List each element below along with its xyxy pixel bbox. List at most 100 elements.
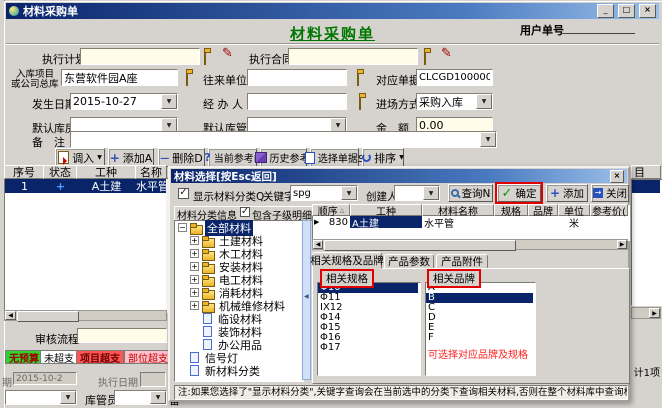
dialog-add-button[interactable]: 添加: [546, 184, 588, 202]
handler-input[interactable]: [247, 93, 347, 110]
expand-icon[interactable]: [190, 249, 199, 258]
chevron-down-icon[interactable]: [60, 391, 76, 404]
scroll-thumb[interactable]: [324, 240, 516, 251]
tab-product-params[interactable]: 产品参数: [384, 254, 434, 269]
expand-icon[interactable]: [190, 236, 199, 245]
bottom-left-combo[interactable]: [5, 390, 77, 405]
brand-item-selected[interactable]: B: [426, 293, 533, 303]
col-status[interactable]: 状态: [43, 165, 77, 179]
scroll-right-icon[interactable]: ▶: [649, 308, 660, 318]
brand-item[interactable]: F: [426, 333, 533, 343]
scroll-thumb[interactable]: [17, 311, 79, 322]
query-button[interactable]: 查询N: [448, 184, 493, 202]
expand-icon[interactable]: [190, 262, 199, 271]
minimize-button[interactable]: [597, 4, 614, 18]
history-ref-button[interactable]: 历史参考I: [260, 148, 307, 167]
collapse-left-icon[interactable]: ◀: [304, 293, 309, 300]
select-doc-button[interactable]: 选择单据S: [310, 148, 359, 167]
show-category-checkbox[interactable]: [178, 188, 189, 199]
right-selected-row: [632, 180, 660, 193]
grid-row-order: ▶ 830: [313, 216, 350, 228]
collapse-icon[interactable]: [178, 223, 187, 232]
exec-contract-input[interactable]: [288, 48, 418, 65]
chevron-down-icon[interactable]: [476, 94, 492, 109]
main-titlebar[interactable]: 材料采购单: [6, 3, 659, 19]
tree-item[interactable]: 土建材料: [170, 234, 186, 247]
folder-picker-icon[interactable]: [424, 50, 426, 65]
chevron-down-icon[interactable]: [341, 186, 357, 200]
review-label: 审核流程: [35, 331, 79, 347]
splitter-bar[interactable]: ◀: [302, 220, 311, 380]
chevron-down-icon: ▼: [97, 154, 102, 161]
scroll-left-icon[interactable]: ◀: [5, 311, 16, 320]
spec-item[interactable]: Φ17: [318, 343, 418, 353]
doc-input[interactable]: [416, 69, 493, 86]
col-trade[interactable]: 工种: [76, 165, 136, 179]
sort-button[interactable]: 排序 ▼: [362, 148, 404, 167]
confirm-button[interactable]: 确定: [497, 184, 541, 202]
grid-col-spec[interactable]: 规格: [494, 204, 528, 216]
exec-plan-input[interactable]: [80, 48, 200, 65]
store-input[interactable]: [61, 69, 178, 86]
expand-icon[interactable]: [190, 301, 199, 310]
dialog-close-icon[interactable]: [610, 170, 624, 183]
maximize-button[interactable]: [618, 4, 635, 18]
folder-icon: [190, 225, 203, 235]
chevron-down-icon[interactable]: [423, 186, 439, 200]
brand-item[interactable]: C: [426, 303, 533, 313]
grid-col-unit[interactable]: 单位: [558, 204, 590, 216]
tab-product-attachments[interactable]: 产品附件: [436, 254, 488, 269]
pen-edit-icon[interactable]: [222, 49, 233, 59]
brand-item[interactable]: D: [426, 313, 533, 323]
partner-input[interactable]: [247, 69, 347, 86]
keyword-combo[interactable]: spg: [290, 185, 358, 201]
grid-col-price[interactable]: 参考价(: [590, 204, 628, 216]
review-input[interactable]: [77, 328, 167, 343]
remark-combo[interactable]: [70, 131, 497, 148]
include-children-checkbox[interactable]: [240, 207, 250, 217]
brand-item[interactable]: E: [426, 323, 533, 333]
scroll-right-icon[interactable]: ▶: [617, 240, 627, 249]
expand-icon[interactable]: [190, 288, 199, 297]
chevron-down-icon[interactable]: [480, 132, 496, 147]
grid-col-order[interactable]: 顺序 △: [312, 204, 350, 216]
tree-item[interactable]: 木工材料: [170, 247, 186, 260]
right-hscrollbar[interactable]: ▶: [631, 307, 661, 319]
tab-spec-brand[interactable]: 相关规格及品牌: [312, 252, 382, 269]
divider: [6, 43, 659, 45]
chevron-down-icon[interactable]: [150, 391, 166, 404]
chevron-down-icon[interactable]: [161, 94, 177, 109]
grid-col-trade[interactable]: 工种: [350, 204, 422, 216]
page-title: 材料采购单: [290, 23, 375, 44]
main-table-body: [4, 178, 169, 313]
mode-combo[interactable]: 采购入库: [416, 93, 493, 110]
folder-icon: [202, 303, 215, 313]
current-ref-button[interactable]: 当前参考B: [208, 148, 257, 167]
tree-item[interactable]: 电工材料: [170, 273, 186, 286]
dialog-titlebar[interactable]: 材料选择[按Esc返回]: [171, 169, 627, 183]
grid-hscrollbar[interactable]: ◀ ▶: [312, 239, 628, 250]
folder-picker-icon[interactable]: [204, 50, 206, 65]
expand-icon[interactable]: [190, 275, 199, 284]
date-combo[interactable]: 2015-10-27: [70, 93, 178, 110]
folder-picker-icon[interactable]: [186, 71, 188, 86]
pen-edit-icon[interactable]: [441, 49, 452, 59]
tree-item[interactable]: 消耗材料: [170, 286, 186, 299]
table-hscrollbar[interactable]: ◀: [4, 310, 167, 321]
tree-item[interactable]: 安装材料: [170, 260, 186, 273]
scroll-left-icon[interactable]: ◀: [313, 240, 323, 249]
grid-col-name[interactable]: 材料名称: [422, 204, 494, 216]
table-row[interactable]: 1 + A土建 水平管: [5, 179, 166, 193]
folder-picker-icon[interactable]: [359, 95, 361, 110]
col-seq[interactable]: 序号: [4, 165, 44, 179]
folder-picker-icon[interactable]: [357, 71, 359, 86]
tree-item-all[interactable]: 全部材料: [170, 221, 186, 234]
grid-col-brand[interactable]: 品牌: [528, 204, 558, 216]
col-name[interactable]: 名称: [135, 165, 167, 179]
dialog-close-button[interactable]: 关闭: [591, 184, 629, 202]
tree-item[interactable]: 机械维修材料: [170, 299, 186, 312]
sort-icon: [362, 153, 371, 162]
close-button[interactable]: [639, 4, 656, 18]
creator-combo[interactable]: [394, 185, 440, 201]
keeper-combo[interactable]: [114, 390, 167, 405]
